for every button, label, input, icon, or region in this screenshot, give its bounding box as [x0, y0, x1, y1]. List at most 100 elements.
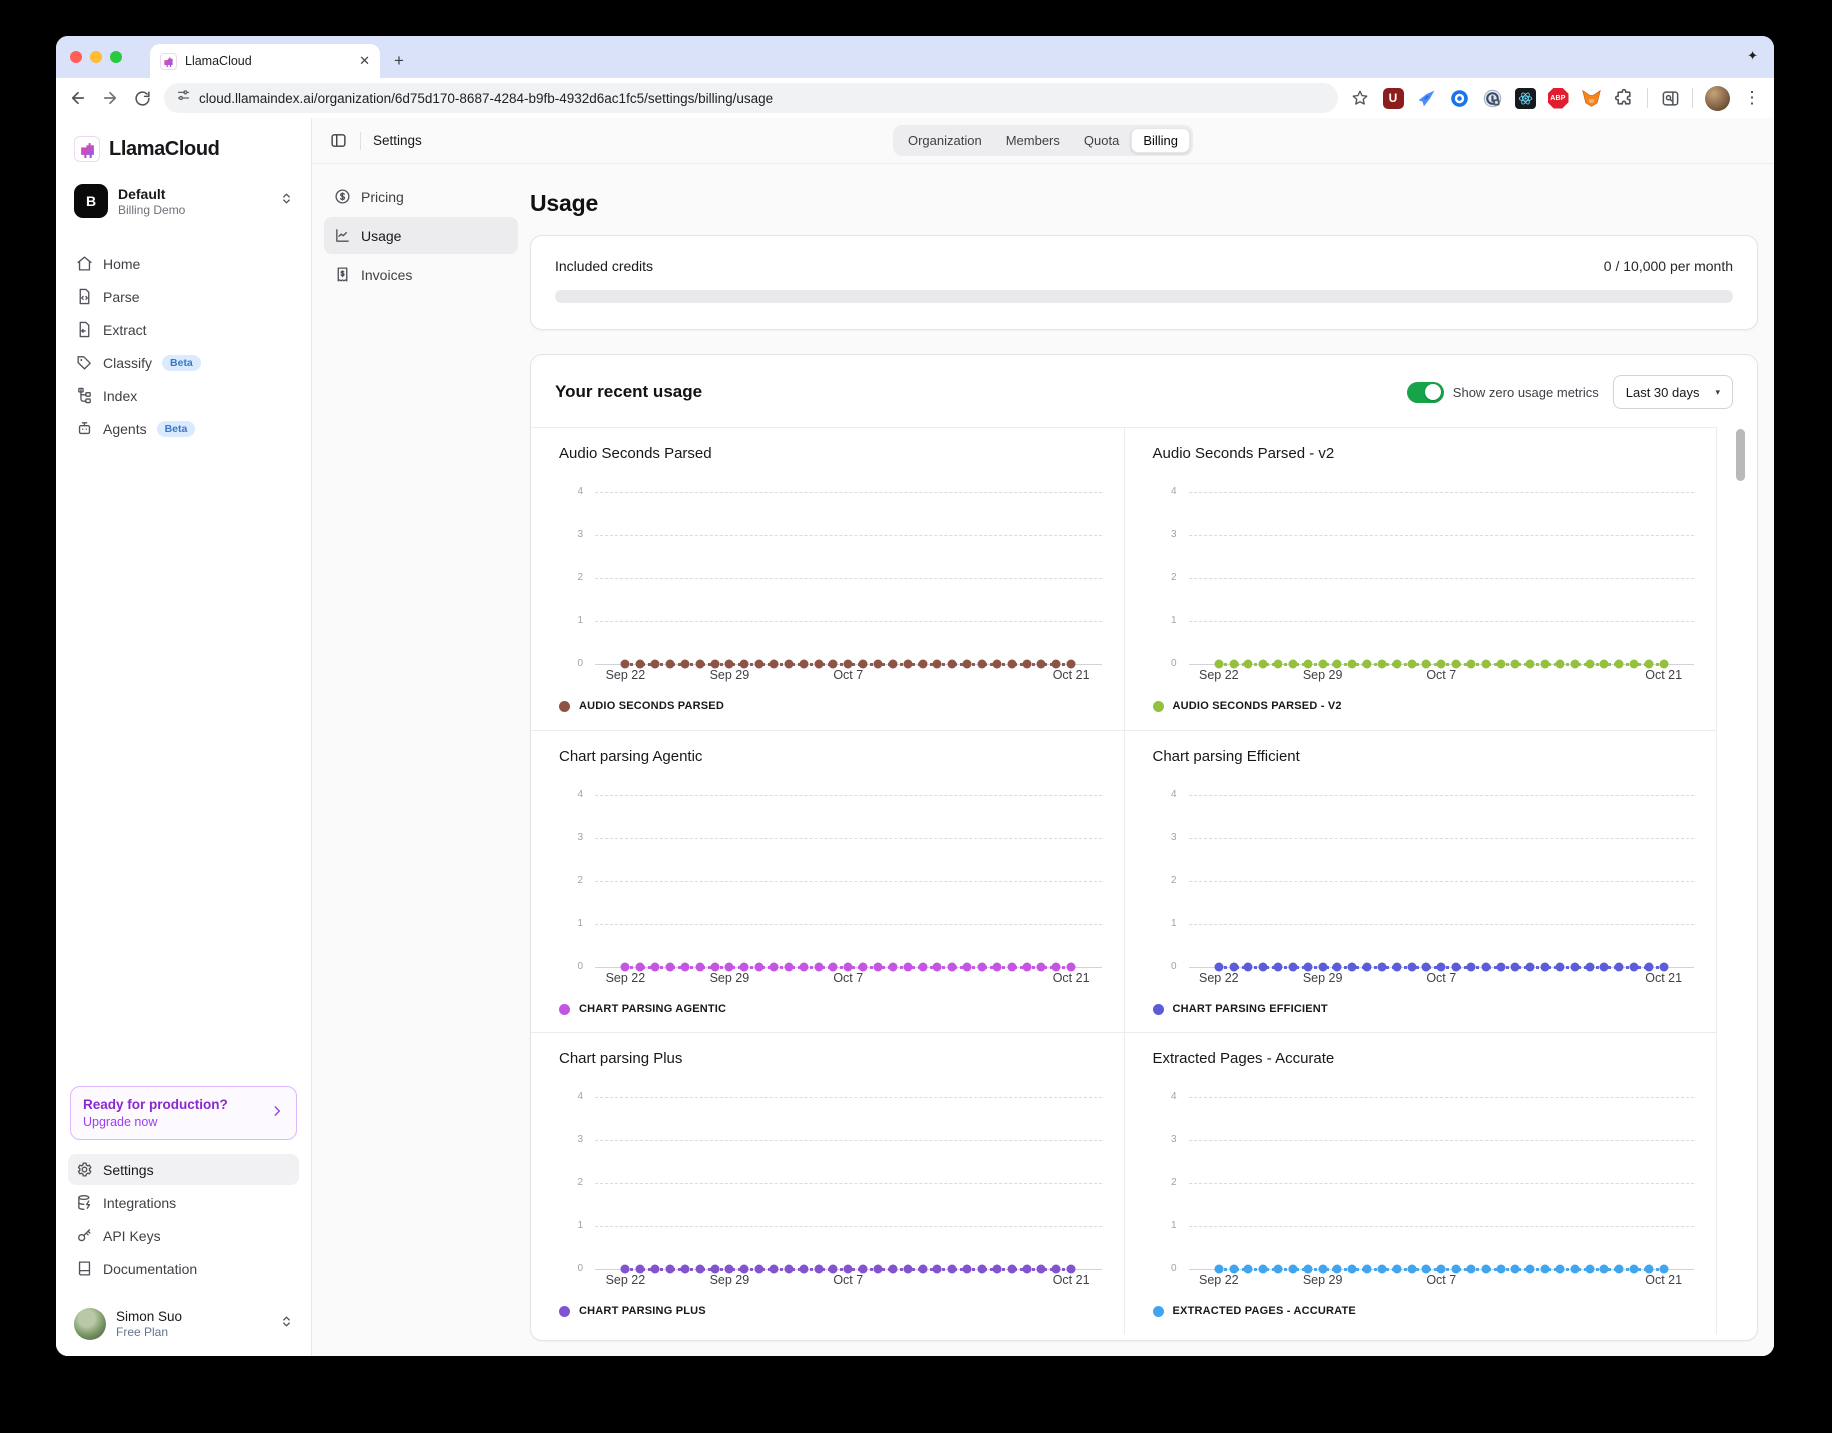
- tab-quota[interactable]: Quota: [1072, 128, 1131, 153]
- react-devtools-extension-icon[interactable]: [1514, 87, 1536, 109]
- nav-item-label: Integrations: [103, 1195, 176, 1211]
- sidebar-item-api-keys[interactable]: API Keys: [68, 1220, 299, 1251]
- y-axis-labels: 01234: [1153, 476, 1177, 664]
- browser-window: LlamaCloud ✕ + ✦ cloud.llamaindex.ai/org…: [56, 36, 1774, 1356]
- subnav-item-usage[interactable]: Usage: [324, 217, 518, 254]
- tab-close-icon[interactable]: ✕: [359, 53, 370, 69]
- ublock-origin-extension-icon[interactable]: U: [1382, 87, 1404, 109]
- url-bar[interactable]: cloud.llamaindex.ai/organization/6d75d17…: [164, 83, 1338, 113]
- sidebar-item-agents[interactable]: AgentsBeta: [68, 413, 299, 444]
- extract-icon: [76, 321, 93, 338]
- settings-subnav: PricingUsage Invoices: [312, 164, 530, 1356]
- included-credits-card: Included credits 0 / 10,000 per month: [530, 235, 1758, 330]
- minimize-window-button[interactable]: [90, 51, 102, 63]
- pin-plane-extension-icon[interactable]: [1415, 87, 1437, 109]
- org-subtitle: Billing Demo: [118, 203, 270, 217]
- index-icon: [76, 387, 93, 404]
- user-menu[interactable]: Simon Suo Free Plan: [68, 1298, 299, 1342]
- main-area: Settings OrganizationMembersQuotaBilling…: [312, 118, 1774, 1356]
- tab-organize-sparkle-icon[interactable]: ✦: [1747, 48, 1758, 64]
- x-axis-labels: Sep 22Sep 29Oct 7Oct 21: [595, 971, 1102, 991]
- sidebar-item-classify[interactable]: ClassifyBeta: [68, 347, 299, 378]
- sidebar-toggle-icon[interactable]: [328, 131, 348, 151]
- url-text: cloud.llamaindex.ai/organization/6d75d17…: [199, 91, 773, 106]
- toolbar-divider: [1647, 88, 1648, 108]
- sidebar-item-home[interactable]: Home: [68, 248, 299, 279]
- subnav-item-label: Invoices: [361, 267, 412, 283]
- site-settings-icon[interactable]: [176, 88, 191, 108]
- app-sidebar: LlamaCloud B Default Billing Demo Home Pa…: [56, 118, 312, 1356]
- date-range-select[interactable]: Last 30 days ▾: [1613, 375, 1733, 409]
- charts-scrollbar-thumb[interactable]: [1736, 429, 1745, 481]
- sidebar-item-documentation[interactable]: Documentation: [68, 1253, 299, 1284]
- browser-tab[interactable]: LlamaCloud ✕: [150, 44, 380, 78]
- parse-icon: [76, 288, 93, 305]
- browser-toolbar: cloud.llamaindex.ai/organization/6d75d17…: [56, 78, 1774, 118]
- y-axis-labels: 01234: [559, 779, 583, 967]
- dollar-icon: [334, 188, 351, 205]
- recent-usage-card: Your recent usage Show zero usage metric…: [530, 354, 1758, 1341]
- zoom-window-button[interactable]: [110, 51, 122, 63]
- sidebar-item-extract[interactable]: Extract: [68, 314, 299, 345]
- integrations-icon: [76, 1194, 93, 1211]
- upgrade-banner[interactable]: Ready for production? Upgrade now: [70, 1086, 297, 1140]
- window-controls: [70, 51, 122, 63]
- subnav-item-pricing[interactable]: Pricing: [324, 178, 518, 215]
- beta-badge: Beta: [157, 421, 196, 437]
- tab-billing[interactable]: Billing: [1131, 128, 1190, 153]
- reload-button[interactable]: [132, 88, 152, 108]
- tab-strip: LlamaCloud ✕ + ✦: [56, 36, 1774, 78]
- usage-chart-panel: Chart parsing Plus 01234 Sep 22Sep 29Oct 7…: [531, 1032, 1124, 1334]
- nav-item-label: Home: [103, 256, 140, 272]
- metamask-extension-icon[interactable]: [1580, 87, 1602, 109]
- header-title: Settings: [373, 133, 422, 148]
- onepassword-extension-icon[interactable]: [1481, 87, 1503, 109]
- chevron-updown-icon: [280, 192, 293, 210]
- chart-title: Chart parsing Plus: [559, 1050, 1102, 1067]
- sidebar-item-integrations[interactable]: Integrations: [68, 1187, 299, 1218]
- close-window-button[interactable]: [70, 51, 82, 63]
- legend-label: EXTRACTED PAGES - ACCURATE: [1173, 1305, 1356, 1317]
- show-zero-usage-toggle[interactable]: [1407, 382, 1444, 403]
- brand[interactable]: LlamaCloud: [68, 132, 299, 176]
- agents-icon: [76, 420, 93, 437]
- key-icon: [76, 1227, 93, 1244]
- y-axis-labels: 01234: [559, 1081, 583, 1269]
- forward-button[interactable]: [100, 88, 120, 108]
- org-selector[interactable]: B Default Billing Demo: [68, 176, 299, 226]
- user-avatar: [74, 1308, 106, 1340]
- subnav-item-invoices[interactable]: Invoices: [324, 256, 518, 293]
- nav-item-label: Classify: [103, 355, 152, 371]
- plot-area: [595, 779, 1102, 967]
- upgrade-title: Ready for production?: [83, 1097, 228, 1112]
- llamacloud-logo-icon: [74, 136, 100, 162]
- side-panel-search-icon[interactable]: [1660, 88, 1680, 108]
- y-axis-labels: 01234: [1153, 779, 1177, 967]
- tab-organization[interactable]: Organization: [896, 128, 994, 153]
- settings-tabs: OrganizationMembersQuotaBilling: [893, 125, 1193, 156]
- tab-title: LlamaCloud: [185, 54, 351, 68]
- sidebar-item-settings[interactable]: Settings: [68, 1154, 299, 1185]
- legend-label: CHART PARSING PLUS: [579, 1305, 706, 1317]
- nav-item-label: Extract: [103, 322, 147, 338]
- upgrade-cta: Upgrade now: [83, 1115, 228, 1129]
- browser-profile-avatar[interactable]: [1705, 86, 1730, 111]
- usage-charts-grid: Audio Seconds Parsed01234Sep 22Sep 29Oct…: [531, 427, 1717, 1334]
- included-credits-value: 0 / 10,000 per month: [1604, 258, 1733, 274]
- extensions-puzzle-icon[interactable]: [1613, 87, 1635, 109]
- plot-area: [1189, 476, 1695, 664]
- browser-menu-kebab-icon[interactable]: ⋮: [1742, 88, 1762, 108]
- tab-members[interactable]: Members: [994, 128, 1072, 153]
- user-plan: Free Plan: [116, 1325, 182, 1339]
- x-axis-labels: Sep 22Sep 29Oct 7Oct 21: [595, 1273, 1102, 1293]
- bookmark-star-icon[interactable]: [1350, 88, 1370, 108]
- sidebar-item-parse[interactable]: Parse: [68, 281, 299, 312]
- sidebar-item-index[interactable]: Index: [68, 380, 299, 411]
- settings-content: Usage Included credits 0 / 10,000 per mo…: [530, 164, 1774, 1356]
- new-tab-button[interactable]: +: [394, 51, 404, 71]
- adblock-plus-extension-icon[interactable]: ABP: [1547, 87, 1569, 109]
- nav-item-label: Documentation: [103, 1261, 197, 1277]
- x-axis-labels: Sep 22Sep 29Oct 7Oct 21: [1189, 1273, 1695, 1293]
- back-button[interactable]: [68, 88, 88, 108]
- target-extension-icon[interactable]: [1448, 87, 1470, 109]
